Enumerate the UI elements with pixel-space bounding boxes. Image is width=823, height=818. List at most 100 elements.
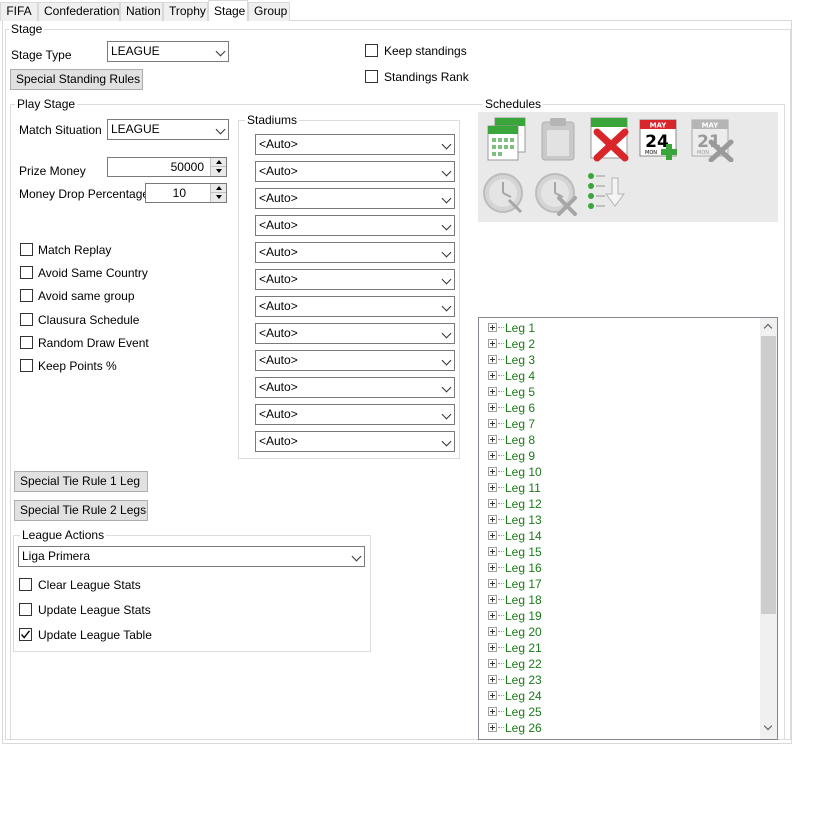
expand-icon[interactable] <box>488 451 497 460</box>
expand-icon[interactable] <box>488 515 497 524</box>
clear-league-stats-checkbox[interactable] <box>19 578 32 591</box>
tree-item-leg[interactable]: Leg 26 <box>488 720 758 736</box>
match-replay-checkbox[interactable] <box>20 243 33 256</box>
tree-item-leg[interactable]: Leg 2 <box>488 336 758 352</box>
keep-points-checkbox[interactable] <box>20 359 33 372</box>
stadium-select[interactable]: <Auto> <box>255 161 455 182</box>
avoid-same-country-checkbox[interactable] <box>20 266 33 279</box>
match-situation-select[interactable]: LEAGUE <box>107 119 229 140</box>
expand-icon[interactable] <box>488 403 497 412</box>
expand-icon[interactable] <box>488 723 497 732</box>
stepper-down-button[interactable] <box>210 193 226 202</box>
stepper-down-button[interactable] <box>210 167 226 176</box>
expand-icon[interactable] <box>488 531 497 540</box>
expand-icon[interactable] <box>488 611 497 620</box>
clipboard-icon[interactable] <box>535 116 581 162</box>
expand-icon[interactable] <box>488 387 497 396</box>
tree-item-leg[interactable]: Leg 17 <box>488 576 758 592</box>
random-draw-event-checkbox[interactable] <box>20 336 33 349</box>
tree-item-leg[interactable]: Leg 10 <box>488 464 758 480</box>
clausura-schedule-checkbox[interactable] <box>20 313 33 326</box>
stage-type-select[interactable]: LEAGUE <box>107 41 229 62</box>
stadium-select[interactable]: <Auto> <box>255 215 455 236</box>
special-tie-rule-2-button[interactable]: Special Tie Rule 2 Legs <box>14 500 148 521</box>
stepper-up-button[interactable] <box>210 184 226 193</box>
tab-stage[interactable]: Stage <box>208 0 248 21</box>
expand-icon[interactable] <box>488 627 497 636</box>
tree-item-leg[interactable]: Leg 7 <box>488 416 758 432</box>
vertical-scrollbar[interactable] <box>760 318 777 739</box>
avoid-same-group-checkbox[interactable] <box>20 289 33 302</box>
tree-item-leg[interactable]: Leg 25 <box>488 704 758 720</box>
stadium-select[interactable]: <Auto> <box>255 134 455 155</box>
stadium-select[interactable]: <Auto> <box>255 404 455 425</box>
expand-icon[interactable] <box>488 323 497 332</box>
tree-item-leg[interactable]: Leg 5 <box>488 384 758 400</box>
tree-item-leg[interactable]: Leg 9 <box>488 448 758 464</box>
expand-icon[interactable] <box>488 419 497 428</box>
tree-item-leg[interactable]: Leg 19 <box>488 608 758 624</box>
prize-money-stepper[interactable]: 50000 <box>107 157 227 177</box>
clock-delete-icon[interactable] <box>533 170 579 216</box>
stadium-select[interactable]: <Auto> <box>255 296 455 317</box>
stadium-select[interactable]: <Auto> <box>255 377 455 398</box>
tree-item-leg[interactable]: Leg 23 <box>488 672 758 688</box>
expand-icon[interactable] <box>488 707 497 716</box>
update-league-stats-checkbox[interactable] <box>19 603 32 616</box>
stadium-select[interactable]: <Auto> <box>255 350 455 371</box>
expand-icon[interactable] <box>488 659 497 668</box>
expand-icon[interactable] <box>488 547 497 556</box>
expand-icon[interactable] <box>488 371 497 380</box>
tree-item-leg[interactable]: Leg 15 <box>488 544 758 560</box>
tree-item-leg[interactable]: Leg 6 <box>488 400 758 416</box>
special-standing-rules-button[interactable]: Special Standing Rules <box>10 69 143 90</box>
tree-item-leg[interactable]: Leg 14 <box>488 528 758 544</box>
standings-rank-checkbox[interactable] <box>365 70 378 83</box>
keep-standings-checkbox[interactable] <box>365 44 378 57</box>
special-tie-rule-1-button[interactable]: Special Tie Rule 1 Leg <box>14 471 148 492</box>
legs-tree[interactable]: Leg 1 Leg 2 Leg 3 Leg 4 Leg 5 Leg 6 Leg 7 Leg 8… <box>478 317 778 740</box>
expand-icon[interactable] <box>488 675 497 684</box>
stadium-select[interactable]: <Auto> <box>255 188 455 209</box>
scroll-thumb[interactable] <box>761 336 776 614</box>
expand-icon[interactable] <box>488 595 497 604</box>
expand-icon[interactable] <box>488 339 497 348</box>
expand-icon[interactable] <box>488 579 497 588</box>
stadium-select[interactable]: <Auto> <box>255 431 455 452</box>
tree-item-leg[interactable]: Leg 11 <box>488 480 758 496</box>
calendar-delete-icon[interactable]: MAY 21 MON <box>689 116 735 163</box>
tree-item-leg[interactable]: Leg 12 <box>488 496 758 512</box>
expand-icon[interactable] <box>488 643 497 652</box>
tab-trophy[interactable]: Trophy <box>163 2 208 21</box>
tab-nation[interactable]: Nation <box>120 2 163 21</box>
tab-fifa[interactable]: FIFA <box>0 2 38 21</box>
expand-icon[interactable] <box>488 483 497 492</box>
expand-icon[interactable] <box>488 691 497 700</box>
expand-icon[interactable] <box>488 467 497 476</box>
scroll-down-icon[interactable] <box>763 721 773 731</box>
stadium-select[interactable]: <Auto> <box>255 269 455 290</box>
tree-item-leg[interactable]: Leg 1 <box>488 320 758 336</box>
stadium-select[interactable]: <Auto> <box>255 242 455 263</box>
tree-item-leg[interactable]: Leg 16 <box>488 560 758 576</box>
delete-schedule-icon[interactable] <box>587 116 633 162</box>
tab-confederation[interactable]: Confederation <box>38 2 120 21</box>
expand-icon[interactable] <box>488 563 497 572</box>
sort-list-icon[interactable] <box>585 170 631 216</box>
update-league-table-checkbox[interactable] <box>19 628 32 641</box>
stadium-select[interactable]: <Auto> <box>255 323 455 344</box>
tree-item-leg[interactable]: Leg 8 <box>488 432 758 448</box>
expand-icon[interactable] <box>488 499 497 508</box>
expand-icon[interactable] <box>488 355 497 364</box>
stepper-up-button[interactable] <box>210 158 226 167</box>
tree-item-leg[interactable]: Leg 22 <box>488 656 758 672</box>
tree-item-leg[interactable]: Leg 18 <box>488 592 758 608</box>
tree-item-leg[interactable]: Leg 24 <box>488 688 758 704</box>
league-select[interactable]: Liga Primera <box>18 546 365 567</box>
tree-item-leg[interactable]: Leg 4 <box>488 368 758 384</box>
expand-icon[interactable] <box>488 435 497 444</box>
money-drop-stepper[interactable]: 10 <box>145 183 227 203</box>
tree-item-leg[interactable]: Leg 13 <box>488 512 758 528</box>
tree-item-leg[interactable]: Leg 3 <box>488 352 758 368</box>
clock-icon[interactable] <box>481 170 527 216</box>
